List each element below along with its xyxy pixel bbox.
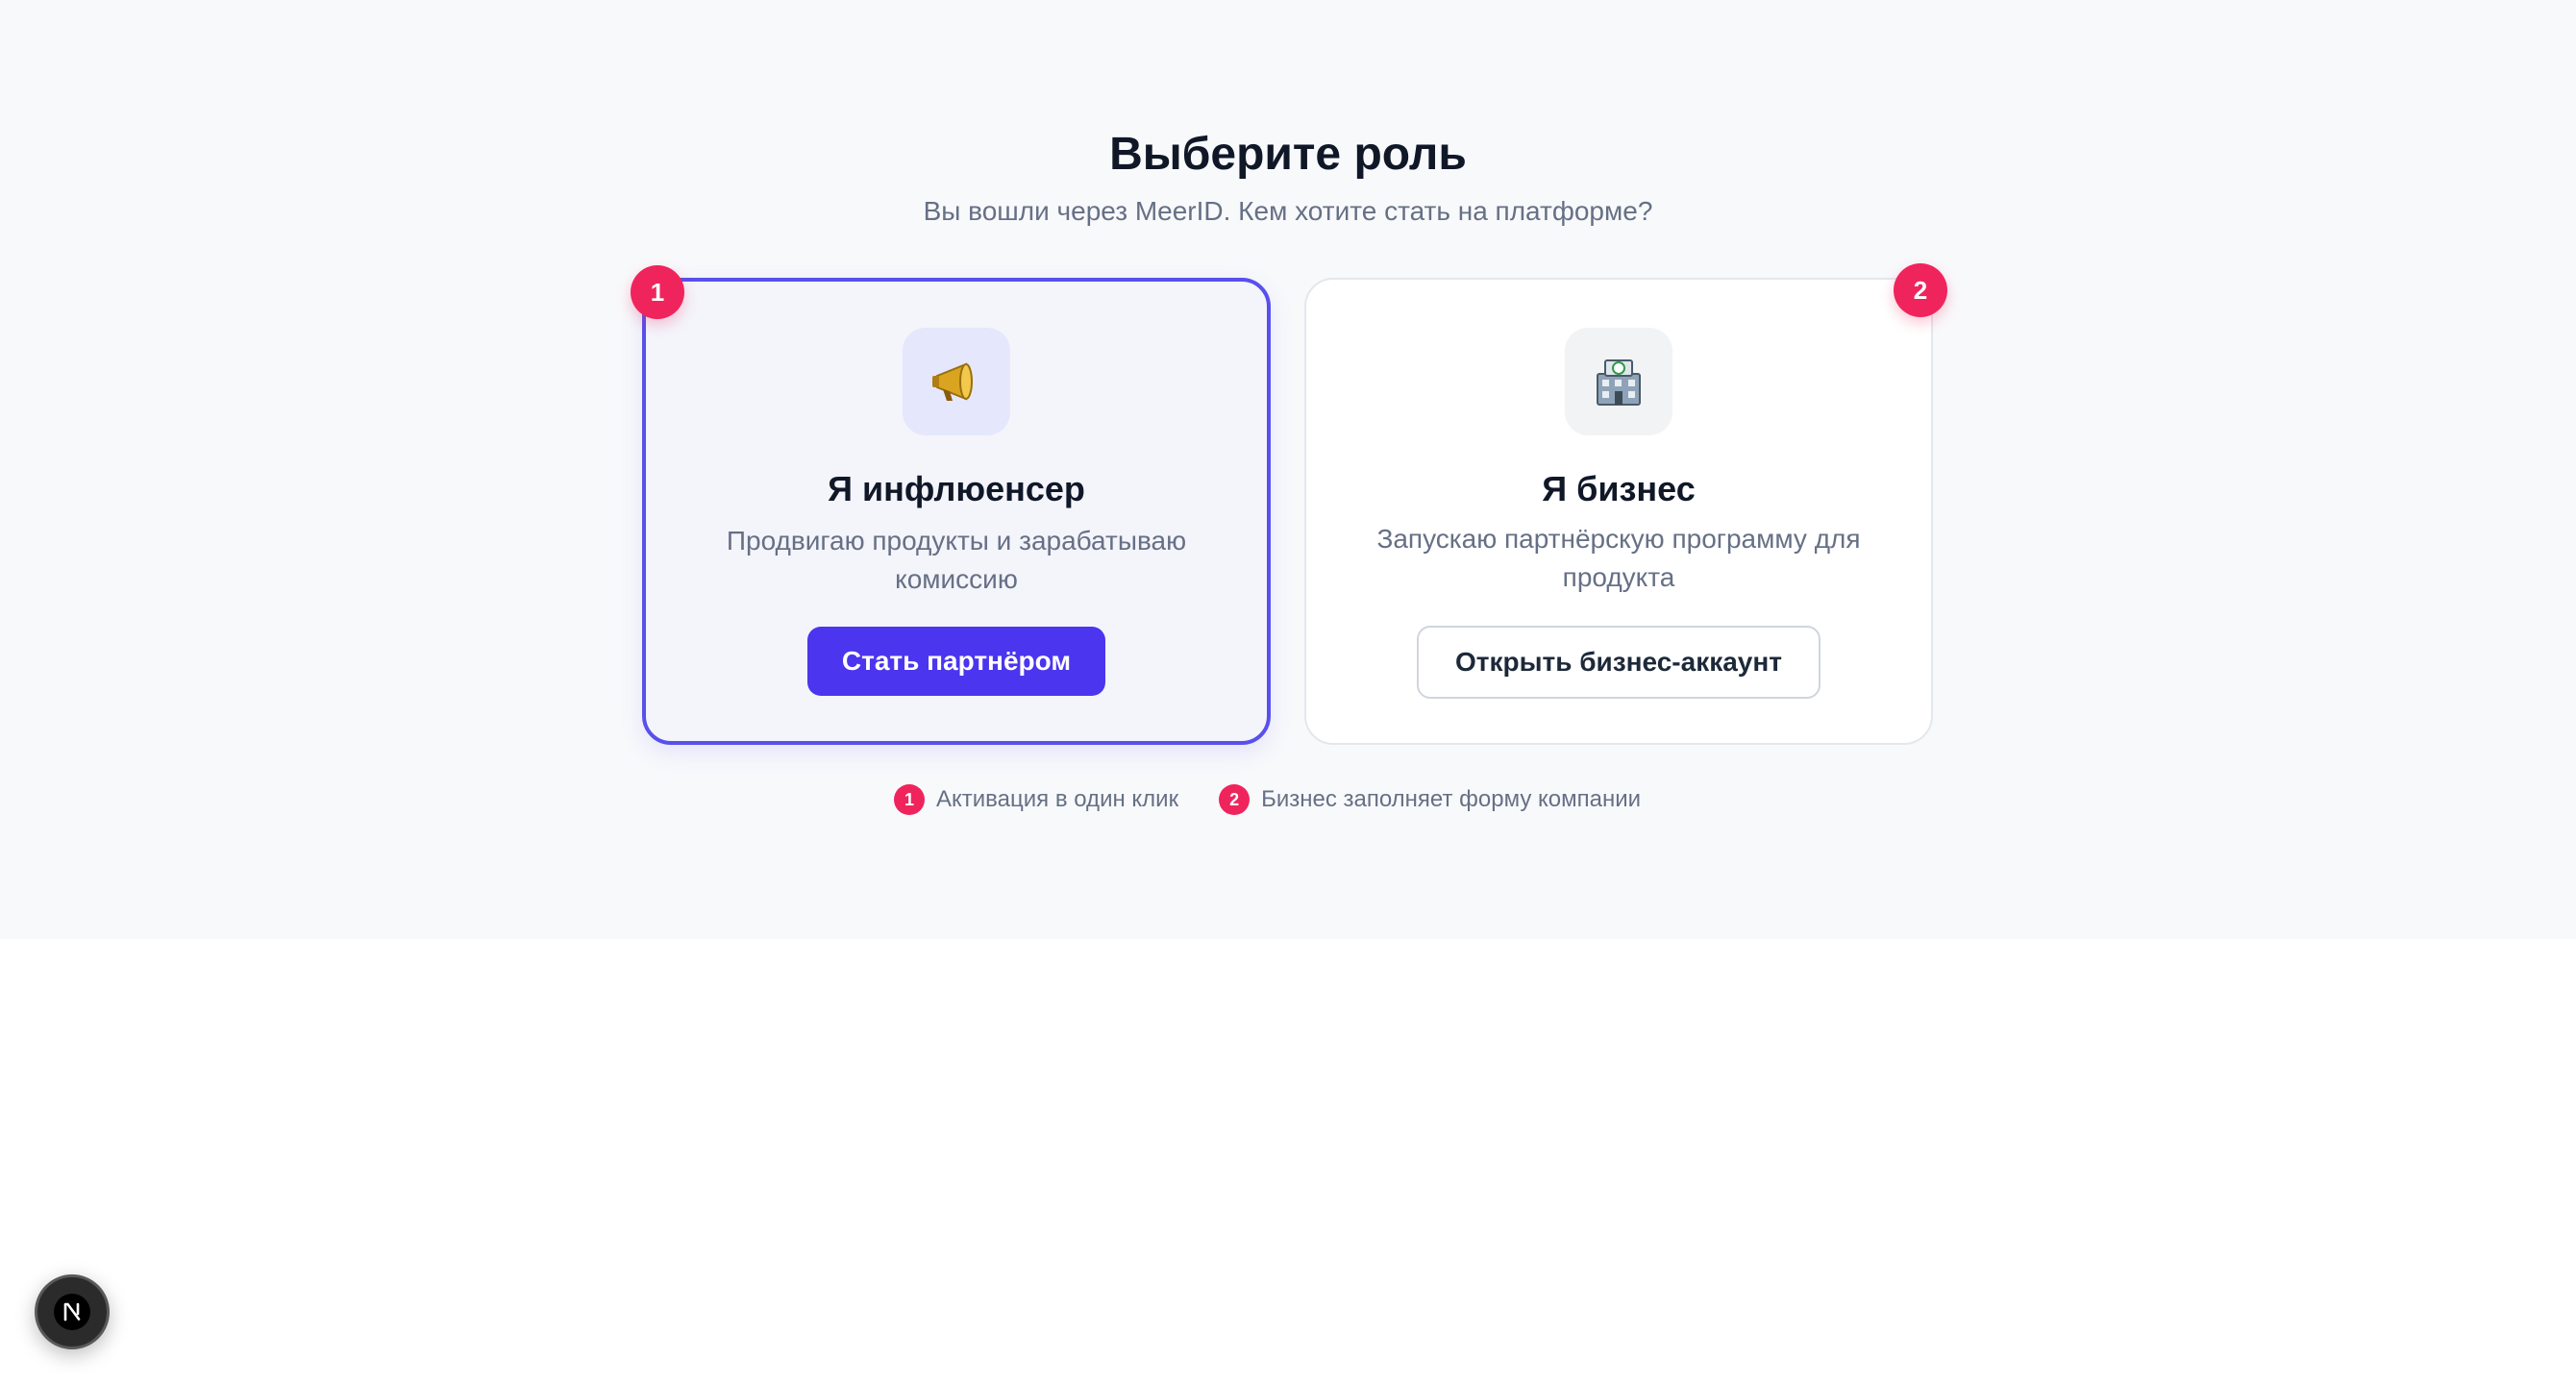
legend-item-1: 1 Активация в один клик <box>894 784 1178 815</box>
influencer-card-description: Продвигаю продукты и зарабатываю комисси… <box>726 526 1187 594</box>
nextjs-devtools-button[interactable] <box>35 1274 110 1349</box>
step-badge-2: 2 <box>1894 263 1947 317</box>
nextjs-logo-icon <box>54 1294 90 1330</box>
megaphone-icon <box>903 328 1010 435</box>
open-business-account-button[interactable]: Открыть бизнес-аккаунт <box>1417 626 1821 699</box>
business-role-card[interactable]: Я бизнес Запускаю партнёрскую программу … <box>1304 278 1933 745</box>
page-title: Выберите роль <box>1109 129 1467 180</box>
business-card-title: Я бизнес <box>1542 469 1696 508</box>
become-partner-button[interactable]: Стать партнёром <box>807 627 1105 696</box>
influencer-role-card[interactable]: Я инфлюенсер Продвигаю продукты и зараба… <box>642 278 1271 745</box>
page-subtitle: Вы вошли через MeerID. Кем хотите стать … <box>923 196 1653 226</box>
legend-text-1: Активация в один клик <box>936 786 1179 812</box>
legend-item-2: 2 Бизнес заполняет форму компании <box>1219 784 1641 815</box>
building-icon <box>1565 328 1672 435</box>
influencer-card-title: Я инфлюенсер <box>828 469 1085 508</box>
legend-badge-2: 2 <box>1219 784 1251 815</box>
legend-text-2: Бизнес заполняет форму компании <box>1261 786 1642 812</box>
business-card-description: Запускаю партнёрскую программу для проду… <box>1376 524 1861 592</box>
legend-badge-1: 1 <box>894 784 925 815</box>
role-selection-section: Выберите роль Вы вошли через MeerID. Кем… <box>0 0 2576 939</box>
step-badge-1: 1 <box>631 265 684 319</box>
steps-legend: 1 Активация в один клик 2 Бизнес заполня… <box>894 783 1641 816</box>
